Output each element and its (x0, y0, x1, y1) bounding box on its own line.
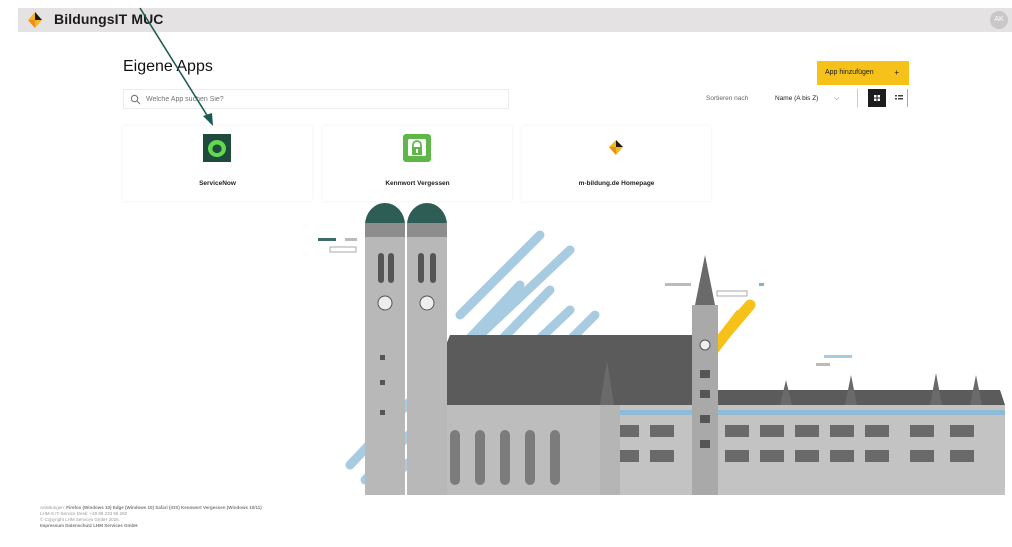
search-box[interactable] (123, 89, 509, 109)
password-lock-icon (403, 134, 431, 162)
top-bar: BildungsIT MUC AK (18, 8, 1012, 32)
footer-instruction-links[interactable]: Firefox (Windows 10) Edge (Windows 10) S… (66, 505, 261, 510)
add-app-button-label: App hinzufügen (825, 69, 874, 76)
diamond-logo-icon[interactable] (24, 11, 46, 29)
app-label: m-bildung.de Homepage (578, 180, 655, 187)
footer-instructions-label: Anleitungen: (40, 505, 66, 510)
chevron-down-icon[interactable]: ⌵ (834, 95, 839, 103)
grid-view-button[interactable] (868, 89, 886, 107)
brand-name[interactable]: BildungsIT MUC (54, 11, 164, 27)
app-label: Kennwort Vergessen (385, 180, 450, 187)
avatar[interactable]: AK (990, 11, 1008, 29)
m-bildung-logo-icon (609, 140, 623, 155)
sort-select[interactable]: Name (A bis Z) (775, 95, 818, 102)
app-card-kennwort[interactable]: Kennwort Vergessen (323, 126, 512, 201)
list-view-button[interactable] (890, 89, 908, 107)
footer: Anleitungen: Firefox (Windows 10) Edge (… (40, 505, 262, 529)
sort-label: Sortieren nach (706, 95, 749, 102)
search-input[interactable] (146, 92, 496, 106)
list-view-icon (895, 95, 903, 100)
grid-view-icon (874, 95, 880, 101)
app-label: ServiceNow (199, 180, 236, 187)
add-app-button[interactable]: App hinzufügen + (817, 61, 909, 85)
app-card-m-bildung[interactable]: m-bildung.de Homepage (522, 126, 711, 201)
search-icon (130, 94, 141, 105)
servicenow-icon (203, 134, 231, 162)
footer-legal-links[interactable]: Impressum Datenschutz LHM Services GmbH (40, 523, 262, 529)
plus-icon: + (894, 68, 899, 77)
munich-skyline-illustration (318, 203, 1005, 495)
page-title: Eigene Apps (123, 58, 213, 75)
divider (857, 89, 858, 107)
app-card-servicenow[interactable]: ServiceNow (123, 126, 312, 201)
